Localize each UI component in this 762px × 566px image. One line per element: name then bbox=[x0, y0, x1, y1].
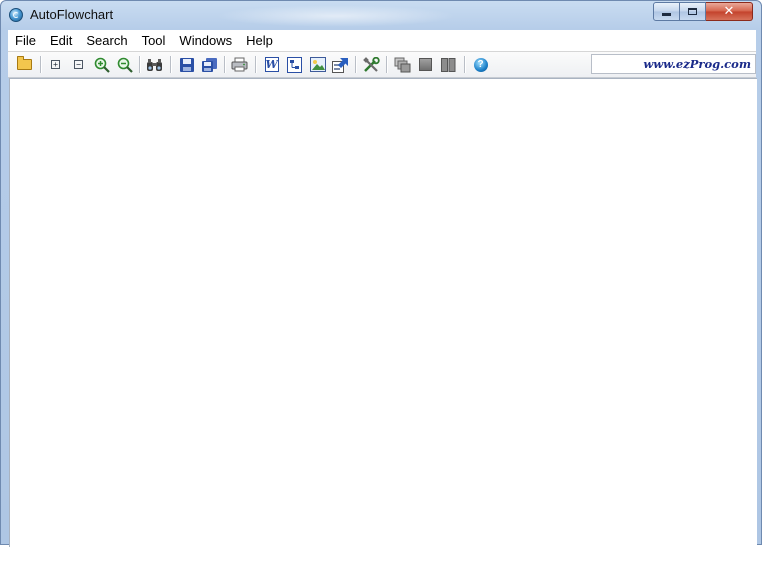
collapse-icon: − bbox=[74, 60, 83, 69]
zoom-out-icon bbox=[117, 57, 133, 73]
open-folder-icon bbox=[17, 56, 32, 70]
cascade-windows-icon bbox=[394, 57, 411, 72]
tile-horizontal-icon bbox=[419, 58, 432, 71]
close-icon: ✕ bbox=[723, 4, 735, 19]
app-logo-icon[interactable] bbox=[9, 8, 23, 22]
menu-windows[interactable]: Windows bbox=[172, 30, 239, 51]
find-button[interactable] bbox=[145, 55, 164, 74]
print-icon bbox=[231, 57, 248, 72]
toolbar: + − W ? www.ezProg.com bbox=[8, 52, 756, 78]
menu-file[interactable]: File bbox=[8, 30, 43, 51]
toolbar-separator bbox=[40, 56, 41, 73]
tile-vertical-button[interactable] bbox=[439, 55, 458, 74]
menu-bar: File Edit Search Tool Windows Help bbox=[8, 30, 756, 52]
menu-edit[interactable]: Edit bbox=[43, 30, 79, 51]
print-button[interactable] bbox=[230, 55, 249, 74]
toolbar-separator bbox=[170, 56, 171, 73]
open-button[interactable] bbox=[15, 55, 34, 74]
zoom-in-icon bbox=[94, 57, 110, 73]
menu-tool[interactable]: Tool bbox=[135, 30, 173, 51]
tools-icon bbox=[363, 56, 380, 72]
cascade-windows-button[interactable] bbox=[393, 55, 412, 74]
close-button[interactable]: ✕ bbox=[706, 2, 753, 21]
export-word-icon: W bbox=[264, 57, 279, 72]
collapse-button[interactable]: − bbox=[69, 55, 88, 74]
toolbar-separator bbox=[224, 56, 225, 73]
zoom-in-button[interactable] bbox=[92, 55, 111, 74]
export-word-button[interactable]: W bbox=[262, 55, 281, 74]
restore-button[interactable] bbox=[680, 2, 706, 21]
export-image-icon bbox=[309, 57, 326, 72]
tile-horizontal-button[interactable] bbox=[416, 55, 435, 74]
restore-icon bbox=[688, 8, 697, 15]
website-link[interactable]: www.ezProg.com bbox=[591, 54, 756, 74]
title-bar-glow bbox=[216, 5, 456, 27]
save-button[interactable] bbox=[177, 55, 196, 74]
workspace-area[interactable] bbox=[9, 78, 757, 547]
find-binoculars-icon bbox=[147, 58, 162, 71]
save-all-button[interactable] bbox=[200, 55, 219, 74]
export-button[interactable] bbox=[331, 55, 350, 74]
toolbar-separator bbox=[255, 56, 256, 73]
tile-vertical-icon bbox=[441, 57, 456, 72]
app-window: AutoFlowchart ✕ File Edit Search Tool Wi… bbox=[0, 0, 762, 547]
toolbar-separator bbox=[464, 56, 465, 73]
toolbar-separator bbox=[355, 56, 356, 73]
minimize-button[interactable] bbox=[653, 2, 680, 21]
window-title: AutoFlowchart bbox=[30, 7, 114, 22]
export-visio-button[interactable] bbox=[285, 55, 304, 74]
toolbar-separator bbox=[139, 56, 140, 73]
minimize-icon bbox=[662, 13, 671, 16]
toolbar-separator bbox=[386, 56, 387, 73]
caption-buttons: ✕ bbox=[653, 2, 753, 21]
expand-button[interactable]: + bbox=[46, 55, 65, 74]
expand-icon: + bbox=[51, 60, 60, 69]
export-icon bbox=[332, 57, 348, 73]
menu-help[interactable]: Help bbox=[239, 30, 280, 51]
save-all-icon bbox=[202, 57, 217, 72]
tools-button[interactable] bbox=[362, 55, 381, 74]
save-icon bbox=[179, 57, 194, 72]
menu-search[interactable]: Search bbox=[79, 30, 134, 51]
export-visio-icon bbox=[287, 56, 302, 73]
zoom-out-button[interactable] bbox=[115, 55, 134, 74]
title-bar[interactable]: AutoFlowchart ✕ bbox=[1, 1, 761, 29]
help-icon: ? bbox=[473, 57, 488, 72]
export-image-button[interactable] bbox=[308, 55, 327, 74]
help-button[interactable]: ? bbox=[471, 55, 490, 74]
